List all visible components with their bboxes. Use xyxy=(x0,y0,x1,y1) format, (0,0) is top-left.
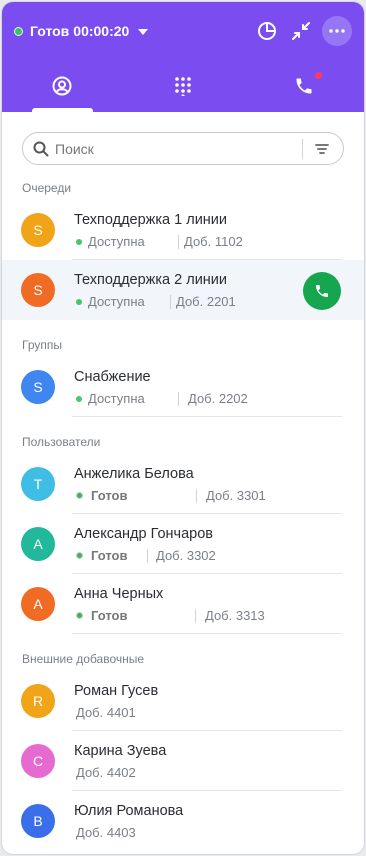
contact-name: Роман Гусев xyxy=(74,682,159,699)
avatar: S xyxy=(21,213,55,247)
chevron-down-icon xyxy=(138,29,149,35)
list-item[interactable]: S Снабжение Доступна Доб. 2202 xyxy=(2,357,364,417)
contact-name: Карина Зуева xyxy=(74,742,167,759)
header: Готов 00:00:20 xyxy=(2,2,364,112)
contact-status: Готов xyxy=(91,607,128,623)
list-item[interactable]: S Техподдержка 1 линии Доступна Доб. 110… xyxy=(2,200,364,260)
phone-icon xyxy=(296,78,312,94)
contact-extension: Доб. 1102 xyxy=(184,233,243,249)
search-icon xyxy=(33,141,49,156)
ready-status-dot xyxy=(76,612,83,619)
avatar: C xyxy=(21,744,55,778)
list-item[interactable]: C Карина Зуева Доб. 4402 xyxy=(2,731,364,791)
avatar: S xyxy=(21,370,55,404)
list-item[interactable]: S Техподдержка 2 линии Доступна Доб. 220… xyxy=(2,260,364,320)
divider xyxy=(178,234,179,249)
contact-name: Техподдержка 1 линии xyxy=(74,211,228,228)
contact-name: Анжелика Белова xyxy=(74,465,194,482)
section-queues: Очереди xyxy=(22,181,72,195)
section-groups: Группы xyxy=(22,338,62,352)
contact-extension: Доб. 4402 xyxy=(76,764,136,780)
contact-name: Снабжение xyxy=(74,368,151,385)
list-item[interactable]: T Анжелика Белова Готов Доб. 3301 xyxy=(2,454,364,514)
availability-dot xyxy=(76,298,82,305)
avatar: R xyxy=(21,684,55,718)
divider xyxy=(147,548,148,563)
list-item[interactable]: A Анна Черных Готов Доб. 3313 xyxy=(2,574,364,634)
divider xyxy=(72,416,342,417)
collapse-icon[interactable] xyxy=(288,18,314,44)
filter-icon xyxy=(315,143,329,154)
contact-extension: Доб. 3313 xyxy=(205,607,265,623)
contact-name: Техподдержка 2 линии xyxy=(74,271,228,288)
contact-extension: Доб. 4403 xyxy=(76,824,136,840)
divider xyxy=(72,633,342,634)
status-timer: 00:00:20 xyxy=(73,23,130,39)
contact-name: Юлия Романова xyxy=(74,802,184,819)
ready-status-dot xyxy=(76,492,83,499)
availability-dot xyxy=(76,238,82,245)
filter-button[interactable] xyxy=(311,138,333,160)
list-item[interactable]: B Юлия Романова Доб. 4403 xyxy=(2,791,364,851)
contact-status: Доступна xyxy=(88,390,145,406)
status-selector[interactable]: Готов 00:00:20 xyxy=(14,23,149,39)
avatar: A xyxy=(21,527,55,561)
phone-icon xyxy=(316,285,328,297)
contact-status: Готов xyxy=(91,547,128,563)
section-external: Внешние добавочные xyxy=(22,652,145,666)
avatar: S xyxy=(21,273,55,307)
divider xyxy=(195,608,196,623)
contact-status: Доступна xyxy=(88,293,145,309)
contact-extension: Доб. 3301 xyxy=(206,487,266,503)
availability-dot xyxy=(76,395,82,402)
contacts-icon xyxy=(52,76,72,96)
dialpad-icon xyxy=(175,77,191,96)
softphone-panel: Готов 00:00:20 Поиск Очереди S Техподдер… xyxy=(1,1,365,855)
contact-name: Александр Гончаров xyxy=(74,525,213,542)
contact-name: Анна Черных xyxy=(74,585,164,602)
divider xyxy=(196,488,197,503)
tab-contacts[interactable] xyxy=(2,60,123,112)
contact-extension: Доб. 4401 xyxy=(76,704,136,720)
contact-extension: Доб. 2201 xyxy=(176,293,236,309)
avatar: T xyxy=(21,467,55,501)
contact-extension: Доб. 2202 xyxy=(188,390,248,406)
search-divider xyxy=(302,138,303,159)
divider xyxy=(170,294,171,309)
search-input[interactable] xyxy=(55,140,296,157)
missed-call-badge xyxy=(315,72,323,79)
status-dot xyxy=(14,26,23,36)
contact-extension: Доб. 3302 xyxy=(156,547,216,563)
avatar: A xyxy=(21,587,55,621)
ready-status-dot xyxy=(76,552,83,559)
status-label: Готов xyxy=(30,23,70,39)
more-button[interactable] xyxy=(322,16,352,46)
tab-calls[interactable] xyxy=(243,60,364,112)
list-item[interactable]: A Александр Гончаров Готов Доб. 3302 xyxy=(2,514,364,574)
search-box xyxy=(22,132,344,165)
contact-status: Готов xyxy=(91,487,128,503)
pie-chart-icon[interactable] xyxy=(254,18,280,44)
divider xyxy=(178,391,179,406)
avatar: B xyxy=(21,804,55,838)
contact-status: Доступна xyxy=(88,233,145,249)
section-users: Пользователи xyxy=(22,435,101,449)
tab-dialpad[interactable] xyxy=(123,60,244,112)
list-item[interactable]: R Роман Гусев Доб. 4401 xyxy=(2,671,364,731)
call-button[interactable] xyxy=(303,272,341,310)
